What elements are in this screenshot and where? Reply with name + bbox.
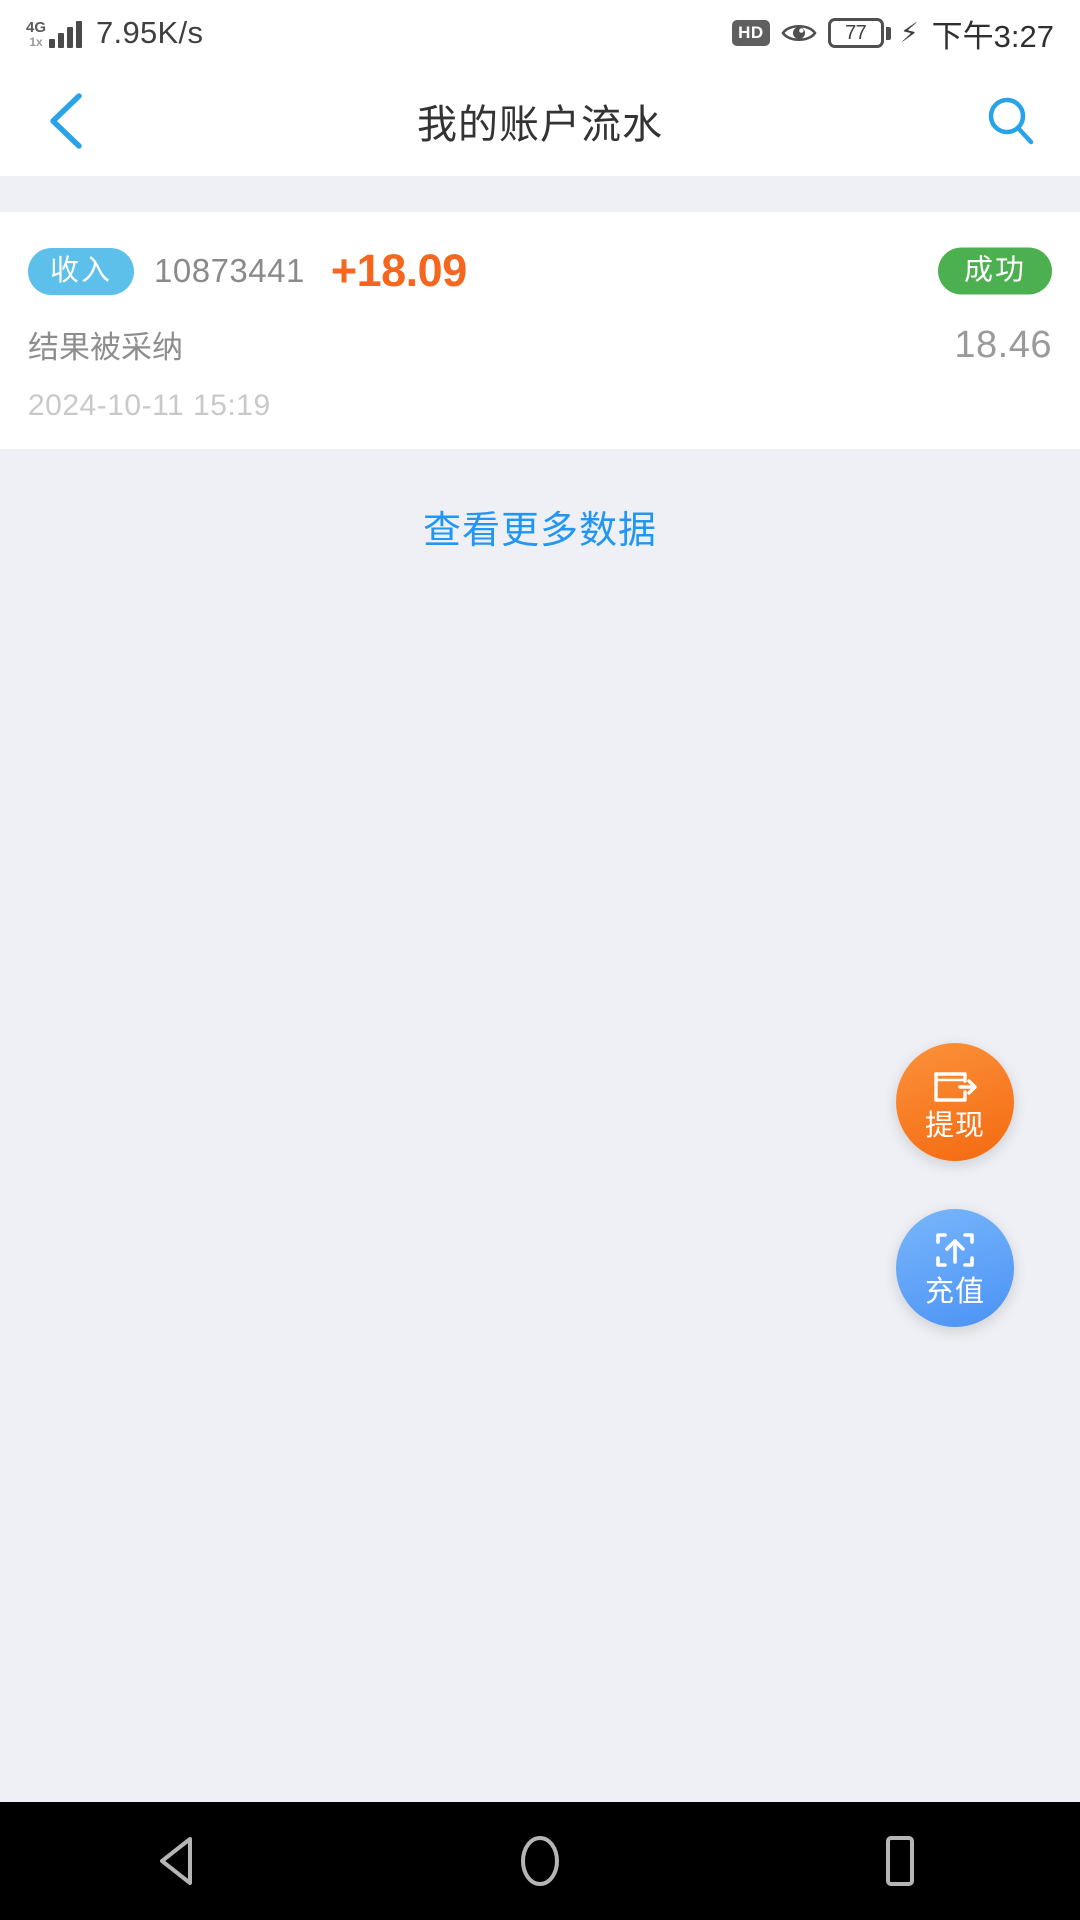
- page-title: 我的账户流水: [417, 103, 663, 147]
- circle-home-icon: [521, 1836, 559, 1886]
- square-recents-icon: [886, 1836, 914, 1886]
- battery-icon: 77: [827, 18, 891, 48]
- battery-level-label: 77: [845, 21, 867, 44]
- triangle-back-icon: [160, 1837, 192, 1885]
- status-bar-left: 4G 1x 7.95K/s: [26, 15, 203, 51]
- network-type-label: 4G: [26, 19, 47, 36]
- search-icon: [988, 97, 1034, 145]
- wallet-withdraw-icon: [931, 1064, 979, 1108]
- withdraw-fab[interactable]: 提现: [896, 1043, 1014, 1161]
- eye-icon: [781, 21, 817, 45]
- floating-action-stack: 提现 充值: [896, 1043, 1014, 1327]
- phone-screen: 4G 1x 7.95K/s HD 77 ⚡ 下午3:27 我的账户流水 收入 1…: [0, 0, 1080, 1920]
- charging-bolt-icon: ⚡: [899, 17, 919, 48]
- network-speed-label: 7.95K/s: [96, 15, 204, 50]
- upload-box-icon: [933, 1230, 977, 1274]
- search-button[interactable]: [976, 86, 1046, 156]
- transaction-id: 10873441: [154, 252, 305, 289]
- nav-back-button[interactable]: [105, 1802, 255, 1920]
- transaction-type-badge: 收入: [28, 247, 135, 295]
- signal-indicator: 4G 1x: [26, 18, 83, 48]
- recharge-fab-label: 充值: [924, 1275, 985, 1308]
- status-bar-clock: 下午3:27: [931, 18, 1054, 54]
- transaction-row[interactable]: 收入 10873441 +18.09 成功 结果被采纳 18.46 2024-1…: [0, 212, 1080, 449]
- signal-bars-icon: [49, 18, 83, 48]
- transaction-balance: 18.46: [954, 324, 1052, 366]
- transaction-datetime: 2024-10-11 15:19: [28, 389, 271, 422]
- header-divider: [0, 176, 1080, 212]
- load-more-container: 查看更多数据: [0, 449, 1080, 594]
- network-type-icon: 4G 1x: [26, 20, 46, 48]
- back-button[interactable]: [32, 86, 102, 156]
- view-more-data-link[interactable]: 查看更多数据: [423, 499, 657, 554]
- hd-icon: HD: [732, 20, 770, 46]
- nav-recents-button[interactable]: [825, 1802, 975, 1920]
- status-badge: 成功: [937, 247, 1052, 295]
- withdraw-fab-label: 提现: [924, 1109, 985, 1142]
- transaction-amount: +18.09: [330, 245, 467, 296]
- network-sub-label: 1x: [29, 35, 43, 49]
- android-navigation-bar: [0, 1802, 1080, 1920]
- transaction-description: 结果被采纳: [28, 330, 183, 365]
- nav-home-button[interactable]: [465, 1802, 615, 1920]
- status-bar: 4G 1x 7.95K/s HD 77 ⚡ 下午3:27: [0, 0, 1080, 66]
- recharge-fab[interactable]: 充值: [896, 1209, 1014, 1327]
- back-chevron-icon: [50, 93, 82, 149]
- transaction-detail-row: 结果被采纳 18.46: [28, 322, 1052, 367]
- status-bar-right: HD 77 ⚡ 下午3:27: [732, 11, 1054, 56]
- app-header: 我的账户流水: [0, 66, 1080, 176]
- transaction-header: 收入 10873441 +18.09 成功: [28, 242, 1052, 300]
